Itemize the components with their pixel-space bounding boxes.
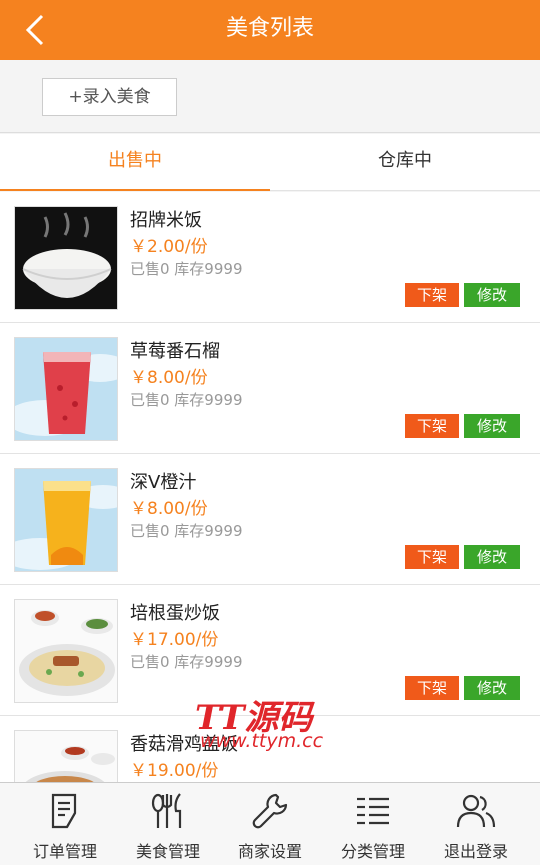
edit-button[interactable]: 修改 <box>464 414 520 438</box>
delist-button[interactable]: 下架 <box>405 545 459 569</box>
wrench-icon <box>252 793 288 829</box>
food-price: ￥8.00/份 <box>130 368 208 388</box>
add-food-button[interactable]: +录入美食 <box>42 78 177 116</box>
nav-label: 商家设置 <box>237 842 302 861</box>
delist-button[interactable]: 下架 <box>405 283 459 307</box>
nav-label: 订单管理 <box>32 842 97 861</box>
header-bar: 美食列表 <box>0 0 540 60</box>
nav-item-food[interactable]: 美食管理 <box>116 783 220 865</box>
list-item[interactable]: 深V橙汁 ￥8.00/份 已售0 库存9999 下架 修改 <box>0 454 540 585</box>
delist-button[interactable]: 下架 <box>405 676 459 700</box>
food-price: ￥2.00/份 <box>130 237 208 257</box>
list-item[interactable]: 香菇滑鸡盖饭 ￥19.00/份 <box>0 716 540 782</box>
food-image-orange-juice <box>14 468 118 572</box>
nav-label: 退出登录 <box>443 842 508 861</box>
food-image-strawberry-guava-drink <box>14 337 118 441</box>
list-item[interactable]: 草莓番石榴 ￥8.00/份 已售0 库存9999 下架 修改 <box>0 323 540 454</box>
nav-label: 美食管理 <box>135 842 200 861</box>
food-stock: 已售0 库存9999 <box>130 391 243 409</box>
edit-button[interactable]: 修改 <box>464 283 520 307</box>
food-stock: 已售0 库存9999 <box>130 653 243 671</box>
food-price: ￥19.00/份 <box>130 761 219 781</box>
users-icon <box>456 794 496 828</box>
food-image-rice-bowl <box>14 206 118 310</box>
page-title: 美食列表 <box>225 16 314 41</box>
food-name: 香菇滑鸡盖饭 <box>130 734 238 755</box>
food-price: ￥17.00/份 <box>130 630 219 650</box>
delist-button[interactable]: 下架 <box>405 414 459 438</box>
nav-item-merchant-settings[interactable]: 商家设置 <box>218 783 322 865</box>
edit-button[interactable]: 修改 <box>464 676 520 700</box>
action-bar: +录入美食 <box>0 60 540 133</box>
nav-item-category[interactable]: 分类管理 <box>321 783 425 865</box>
food-name: 培根蛋炒饭 <box>130 603 220 624</box>
category-list-icon <box>357 797 389 825</box>
utensils-icon <box>151 793 182 828</box>
nav-label: 分类管理 <box>340 842 405 861</box>
tab-warehouse[interactable]: 仓库中 <box>270 134 540 191</box>
edit-button[interactable]: 修改 <box>464 545 520 569</box>
food-stock: 已售0 库存9999 <box>130 260 243 278</box>
food-price: ￥8.00/份 <box>130 499 208 519</box>
nav-item-logout[interactable]: 退出登录 <box>424 783 528 865</box>
back-button[interactable] <box>18 12 54 48</box>
chevron-left-icon <box>25 14 44 46</box>
tab-on-sale[interactable]: 出售中 <box>0 134 270 191</box>
food-stock: 已售0 库存9999 <box>130 522 243 540</box>
food-image-mushroom-chicken-rice <box>14 730 118 782</box>
food-list: 招牌米饭 ￥2.00/份 已售0 库存9999 下架 修改 草莓番石榴 ￥8.0… <box>0 192 540 782</box>
nav-item-orders[interactable]: 订单管理 <box>13 783 117 865</box>
food-image-bacon-fried-rice <box>14 599 118 703</box>
order-icon <box>51 793 77 829</box>
list-item[interactable]: 培根蛋炒饭 ￥17.00/份 已售0 库存9999 下架 修改 <box>0 585 540 716</box>
food-name: 草莓番石榴 <box>130 341 220 362</box>
food-name: 深V橙汁 <box>130 472 197 493</box>
bottom-nav: 订单管理 美食管理 商家设置 分类管理 退出登录 <box>0 782 540 865</box>
list-item[interactable]: 招牌米饭 ￥2.00/份 已售0 库存9999 下架 修改 <box>0 192 540 323</box>
food-name: 招牌米饭 <box>130 210 202 231</box>
tab-bar: 出售中 仓库中 <box>0 134 540 191</box>
